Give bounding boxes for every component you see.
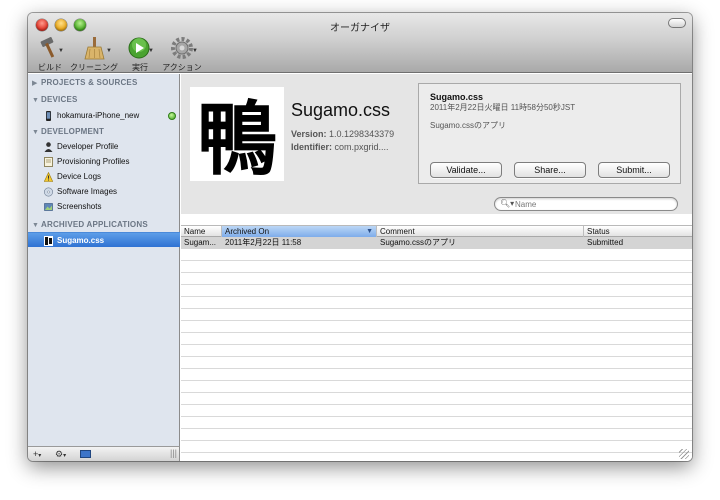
table-body: Sugam... 2011年2月22日 11:58 Sugamo.cssのアプリ… <box>181 237 692 461</box>
search-field[interactable]: 🔍︎▾ <box>494 197 678 211</box>
build-button[interactable]: ▼ ビルド <box>34 36 66 72</box>
run-button[interactable]: ▼ 実行 <box>124 36 156 72</box>
chevron-down-icon: ▾ <box>38 453 42 459</box>
cell-name: Sugam... <box>184 238 217 247</box>
run-menu-arrow: ▼ <box>148 48 154 54</box>
sidebar-item-developer-profile[interactable]: Developer Profile <box>28 139 180 154</box>
warning-icon <box>44 172 53 182</box>
gear-icon: ⚙ <box>55 449 64 459</box>
app-name: Sugamo.css <box>291 100 391 120</box>
action-button[interactable]: ▼ アクション <box>160 36 204 72</box>
clean-label: クリーニング <box>70 63 118 72</box>
device-status-indicator <box>168 112 176 120</box>
app-icon: 鴨 <box>190 87 284 181</box>
build-label: ビルド <box>38 63 62 72</box>
disclosure-down-icon: ▼ <box>32 222 40 229</box>
organizer-window: オーガナイザ ▼ ビルド ▼ クリーニング ▼ 実行 ▼ アクション ▶ PRO… <box>28 13 692 461</box>
archive-table: Name Archived On ▼ Comment Status Sugam.… <box>181 225 692 461</box>
column-header-comment[interactable]: Comment <box>377 226 584 237</box>
view-toggle-icon[interactable] <box>80 450 91 458</box>
submit-button[interactable]: Submit... <box>598 162 670 178</box>
app-icon-glyph: 鴨 <box>197 92 277 179</box>
broom-icon <box>84 37 105 60</box>
disclosure-down-icon: ▼ <box>32 129 40 136</box>
sidebar-item-device[interactable]: hokamura-iPhone_new <box>28 108 180 123</box>
main-pane: 鴨 Sugamo.css Version: 1.0.1298343379 Ide… <box>181 74 692 461</box>
run-label: 実行 <box>132 63 148 72</box>
section-devices[interactable]: ▼ DEVICES <box>32 95 78 104</box>
column-header-name[interactable]: Name <box>181 226 222 237</box>
iphone-icon <box>46 111 51 121</box>
section-archived-applications[interactable]: ▼ ARCHIVED APPLICATIONS <box>32 220 148 229</box>
screenshot-icon <box>44 203 53 211</box>
section-development[interactable]: ▼ DEVELOPMENT <box>32 127 104 136</box>
archive-summary: 鴨 Sugamo.css Version: 1.0.1298343379 Ide… <box>181 74 692 214</box>
build-menu-arrow: ▼ <box>58 48 64 54</box>
table-header: Name Archived On ▼ Comment Status <box>181 225 692 237</box>
cell-comment: Sugamo.cssのアプリ <box>380 238 457 247</box>
column-header-archived-on[interactable]: Archived On ▼ <box>222 226 377 237</box>
action-menu-arrow: ▼ <box>192 48 198 54</box>
sidebar-item-device-logs[interactable]: Device Logs <box>28 169 180 184</box>
sidebar-footer: +▾ ⚙▾ ||| <box>28 446 180 461</box>
sidebar: ▶ PROJECTS & SOURCES ▼ DEVICES hokamura-iP… <box>28 74 180 446</box>
sidebar-item-software-images[interactable]: Software Images <box>28 184 180 199</box>
window-title: オーガナイザ <box>330 23 390 34</box>
share-button[interactable]: Share... <box>514 162 586 178</box>
search-input[interactable] <box>515 198 675 210</box>
validate-button[interactable]: Validate... <box>430 162 502 178</box>
archive-detail-panel: Sugamo.css 2011年2月22日火曜日 11時58分50秒JST Su… <box>418 83 681 184</box>
search-icon: 🔍︎▾ <box>500 199 515 208</box>
action-label: アクション <box>162 63 202 72</box>
detail-title: Sugamo.css <box>430 92 484 102</box>
detail-date: 2011年2月22日火曜日 11時58分50秒JST <box>430 103 576 112</box>
add-button[interactable]: +▾ <box>33 449 41 459</box>
action-menu-button[interactable]: ⚙▾ <box>55 449 66 460</box>
toolbar-toggle-button[interactable] <box>668 18 686 28</box>
gear-icon <box>171 37 193 59</box>
sidebar-item-provisioning-profiles[interactable]: Provisioning Profiles <box>28 154 180 169</box>
person-icon <box>44 142 53 152</box>
disc-icon <box>44 187 53 197</box>
cell-archived-on: 2011年2月22日 11:58 <box>225 238 302 247</box>
clean-button[interactable]: ▼ クリーニング <box>68 36 120 72</box>
disclosure-right-icon: ▶ <box>32 80 38 87</box>
disclosure-down-icon: ▼ <box>32 97 40 104</box>
sidebar-item-sugamo-css[interactable]: Sugamo.css <box>28 232 180 247</box>
svg-text:鴨: 鴨 <box>197 92 277 179</box>
sort-descending-icon: ▼ <box>366 228 373 235</box>
sidebar-item-screenshots[interactable]: Screenshots <box>28 199 180 214</box>
table-row[interactable]: Sugam... 2011年2月22日 11:58 Sugamo.cssのアプリ… <box>181 237 692 249</box>
titlebar: オーガナイザ ▼ ビルド ▼ クリーニング ▼ 実行 ▼ アクション <box>28 13 692 73</box>
app-identifier: Identifier: com.pxgrid.... <box>291 142 389 152</box>
app-version: Version: 1.0.1298343379 <box>291 129 395 139</box>
detail-comment[interactable]: Sugamo.cssのアプリ <box>430 120 506 131</box>
clean-menu-arrow: ▼ <box>106 48 112 54</box>
window-resize-handle[interactable] <box>679 449 689 459</box>
app-icon-small <box>44 236 53 246</box>
chevron-down-icon: ▾ <box>63 453 67 459</box>
section-projects-sources[interactable]: ▶ PROJECTS & SOURCES <box>32 78 138 87</box>
certificate-icon <box>44 157 53 167</box>
cell-status: Submitted <box>587 238 624 247</box>
splitter-handle[interactable]: ||| <box>170 448 177 458</box>
column-header-status[interactable]: Status <box>584 226 692 237</box>
